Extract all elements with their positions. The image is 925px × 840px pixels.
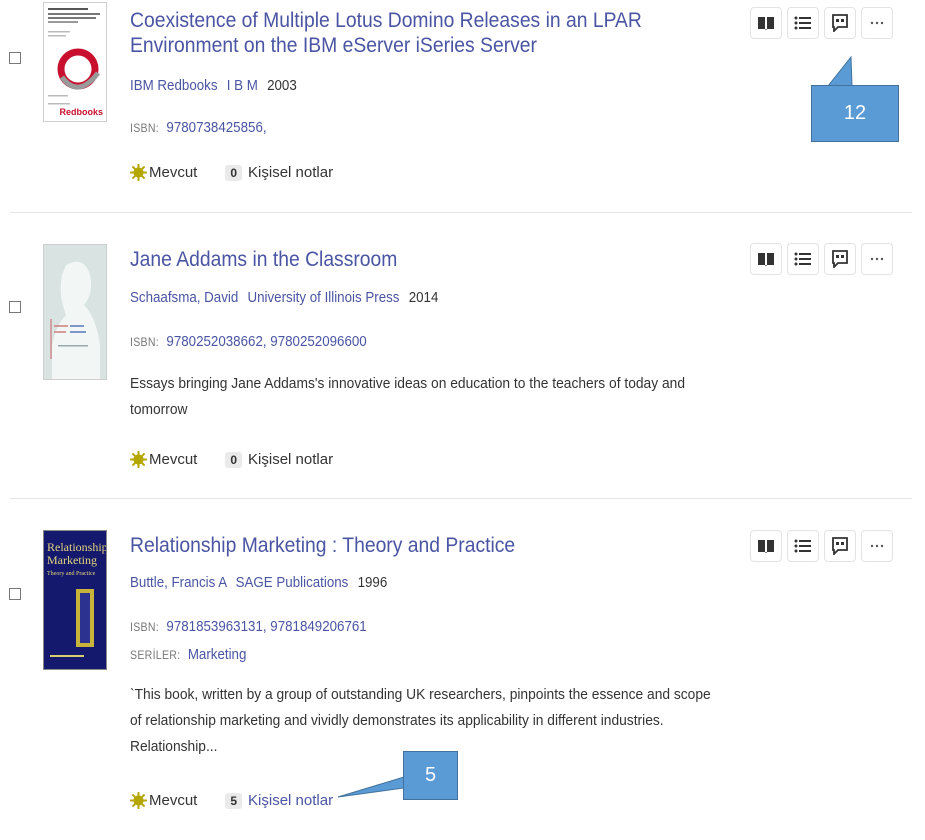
- callout-12-pointer: [826, 55, 853, 87]
- callout-5: 5: [403, 751, 458, 800]
- callout-12: 12: [811, 85, 899, 142]
- callout-5-pointer: [337, 776, 405, 798]
- callout-pointers: [337, 55, 853, 798]
